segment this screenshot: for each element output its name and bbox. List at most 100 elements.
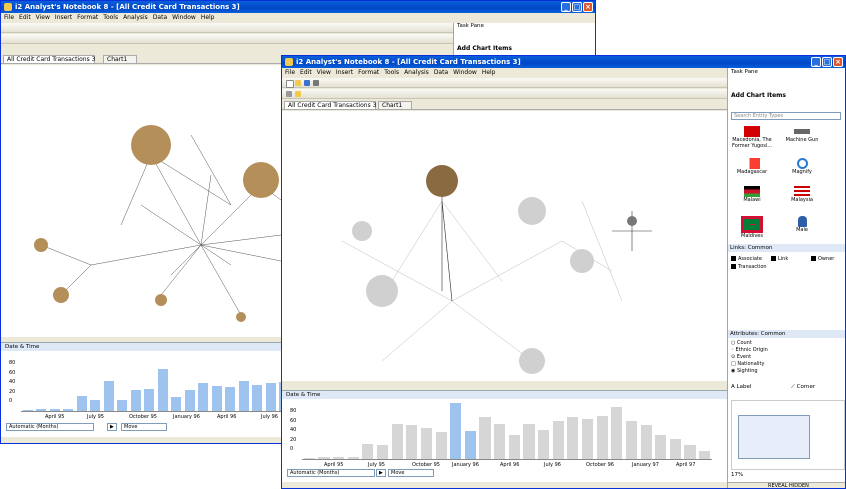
histogram-bar[interactable]: [376, 445, 389, 459]
histogram-bar[interactable]: [333, 456, 345, 459]
close-button[interactable]: ×: [583, 2, 593, 12]
entity-madagascar[interactable]: Madagascar: [732, 158, 772, 176]
menu-help[interactable]: Help: [482, 68, 496, 77]
histogram-bar[interactable]: [435, 432, 447, 459]
entity-maldives[interactable]: Maldives: [732, 216, 772, 240]
histogram-bar[interactable]: [508, 434, 520, 459]
action-select[interactable]: Move: [388, 469, 434, 477]
attribute-event[interactable]: ⊙ Event: [731, 354, 768, 361]
entity-magnify[interactable]: Magnify: [782, 158, 822, 176]
entity-male[interactable]: Male: [782, 216, 822, 234]
minimize-button[interactable]: _: [811, 57, 821, 67]
attribute-ethnic-origin[interactable]: ◦ Ethnic Origin: [731, 347, 768, 354]
entity-machine-gun[interactable]: Machine Gun: [782, 126, 822, 144]
histogram-bar[interactable]: [211, 385, 222, 411]
attribute-nationality[interactable]: □ Nationality: [731, 361, 768, 368]
histogram-bar[interactable]: [238, 381, 249, 411]
menu-view[interactable]: View: [317, 68, 331, 77]
tab-all-credit-card-transactions[interactable]: All Credit Card Transactions 3: [284, 101, 376, 109]
attribute-sighting[interactable]: ◉ Sighting: [731, 368, 768, 375]
histogram-bar[interactable]: [479, 417, 491, 459]
histogram-bar[interactable]: [76, 396, 87, 411]
menu-file[interactable]: File: [285, 68, 295, 77]
histogram-bar[interactable]: [523, 424, 535, 459]
menu-data[interactable]: Data: [153, 13, 167, 22]
link-owner[interactable]: Owner: [811, 256, 834, 262]
tab-all-credit-card-transactions[interactable]: All Credit Card Transactions 3: [3, 55, 95, 63]
histogram-bar[interactable]: [567, 417, 579, 459]
chart-canvas[interactable]: [282, 111, 727, 381]
menu-analysis[interactable]: Analysis: [404, 68, 429, 77]
histogram-bar[interactable]: [347, 456, 359, 459]
link-transaction[interactable]: Transaction: [731, 264, 767, 270]
minimize-button[interactable]: _: [561, 2, 571, 12]
menu-tools[interactable]: Tools: [103, 13, 118, 22]
histogram-bar[interactable]: [144, 389, 155, 411]
histogram-bar[interactable]: [22, 409, 33, 411]
menu-data[interactable]: Data: [434, 68, 448, 77]
tab-chart1[interactable]: Chart1: [378, 101, 412, 109]
menu-help[interactable]: Help: [201, 13, 215, 22]
histogram-bar[interactable]: [669, 439, 681, 459]
menu-format[interactable]: Format: [77, 13, 98, 22]
menu-view[interactable]: View: [36, 13, 50, 22]
histogram-bar[interactable]: [450, 403, 462, 459]
print-icon[interactable]: [313, 80, 319, 86]
histogram-bar[interactable]: [184, 390, 195, 411]
entity-macedonia[interactable]: Macedonia, The Former Yugosl...: [732, 126, 772, 149]
histogram-bar[interactable]: [362, 443, 374, 459]
close-button[interactable]: ×: [833, 57, 843, 67]
histogram-bar[interactable]: [581, 419, 594, 459]
maximize-button[interactable]: □: [572, 2, 582, 12]
maximize-button[interactable]: □: [822, 57, 832, 67]
histogram-bar[interactable]: [157, 369, 168, 411]
menu-file[interactable]: File: [4, 13, 14, 22]
histogram-bar[interactable]: [596, 415, 608, 459]
play-button[interactable]: ▶: [107, 423, 117, 431]
histogram-bar[interactable]: [171, 396, 182, 411]
histogram-bar[interactable]: [103, 381, 114, 411]
interval-select[interactable]: Automatic (Months): [287, 469, 375, 477]
menu-window[interactable]: Window: [453, 68, 477, 77]
search-input[interactable]: Search Entity Types: [731, 112, 841, 120]
open-icon[interactable]: [295, 80, 301, 86]
histogram-bar[interactable]: [63, 409, 74, 411]
menu-edit[interactable]: Edit: [300, 68, 312, 77]
histogram-bar[interactable]: [655, 434, 667, 459]
select-icon[interactable]: [286, 91, 292, 97]
histogram-bar[interactable]: [36, 409, 47, 411]
overview-viewport[interactable]: [738, 415, 810, 459]
histogram-bar[interactable]: [699, 450, 711, 459]
histogram-bar[interactable]: [391, 424, 403, 459]
menu-format[interactable]: Format: [358, 68, 379, 77]
histogram-bar[interactable]: [406, 425, 418, 459]
histogram-bar[interactable]: [464, 431, 476, 459]
histogram-bar[interactable]: [117, 400, 128, 411]
histogram-bar[interactable]: [90, 400, 101, 411]
new-icon[interactable]: [286, 80, 294, 88]
menu-insert[interactable]: Insert: [336, 68, 353, 77]
histogram-bar[interactable]: [640, 425, 652, 459]
attribute-count[interactable]: ○ Count: [731, 340, 768, 347]
entity-malawi[interactable]: Malawi: [732, 186, 772, 204]
overview-panel[interactable]: [731, 400, 845, 470]
menu-window[interactable]: Window: [172, 13, 196, 22]
histogram-bar[interactable]: [625, 420, 638, 459]
histogram-bar[interactable]: [198, 383, 209, 411]
corner-button[interactable]: ⟋ Corner: [791, 384, 815, 391]
histogram-bar[interactable]: [252, 384, 263, 411]
menu-insert[interactable]: Insert: [55, 13, 72, 22]
histogram-bar[interactable]: [49, 409, 60, 411]
histogram-bar[interactable]: [552, 420, 564, 459]
histogram-bar[interactable]: [303, 457, 315, 459]
histogram-bar[interactable]: [538, 429, 550, 459]
tab-chart1[interactable]: Chart1: [103, 55, 137, 63]
save-icon[interactable]: [304, 80, 310, 86]
menu-edit[interactable]: Edit: [19, 13, 31, 22]
interval-select[interactable]: Automatic (Months): [6, 423, 94, 431]
histogram-bar[interactable]: [130, 390, 141, 411]
histogram-bar[interactable]: [225, 387, 236, 411]
link-associate[interactable]: Associate: [731, 256, 762, 262]
entity-icon[interactable]: [295, 91, 301, 97]
action-select[interactable]: Move: [121, 423, 167, 431]
